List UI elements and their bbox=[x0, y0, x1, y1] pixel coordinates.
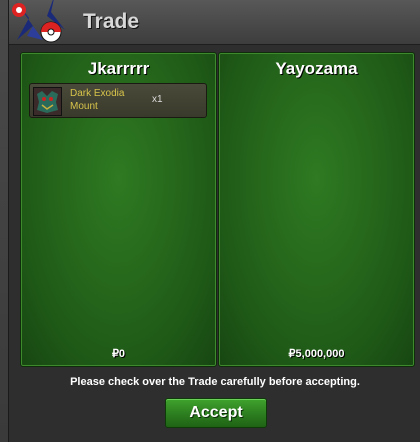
title-bar[interactable]: Trade bbox=[9, 0, 420, 45]
trade-notice: Please check over the Trade carefully be… bbox=[70, 376, 360, 388]
pokeball-emblem-icon bbox=[12, 0, 65, 43]
player-name: Jkarrrrr bbox=[87, 59, 150, 78]
partner-offer-panel: Yayozama ₽5,000,000 bbox=[218, 52, 415, 367]
offered-money: ₽5,000,000 bbox=[288, 348, 345, 360]
accept-button[interactable]: Accept bbox=[165, 398, 267, 428]
trade-item[interactable]: Dark Exodia Mount x1 bbox=[29, 83, 207, 118]
item-quantity: x1 bbox=[152, 94, 163, 105]
trade-window: Trade Jkarrrrr Dark Exodia Mount x1 ₽0 Y… bbox=[8, 0, 420, 442]
my-offer-panel: Jkarrrrr Dark Exodia Mount x1 ₽0 bbox=[20, 52, 217, 367]
dark-exodia-mount-icon bbox=[33, 87, 62, 116]
player-name: Yayozama bbox=[275, 59, 358, 78]
offered-money: ₽0 bbox=[111, 348, 126, 360]
window-title: Trade bbox=[83, 10, 140, 33]
item-name: Dark Exodia Mount bbox=[70, 88, 125, 112]
